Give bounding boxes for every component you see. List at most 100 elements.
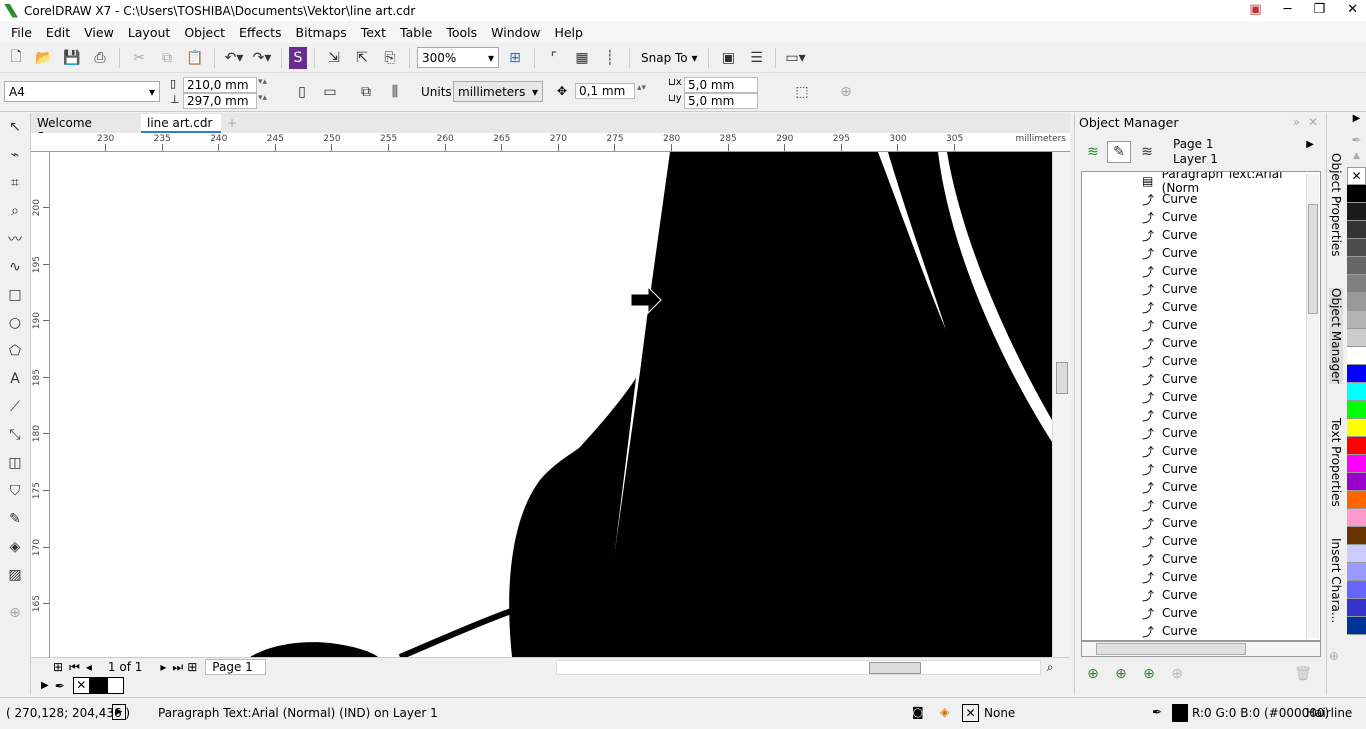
color-swatch[interactable] bbox=[1347, 257, 1366, 275]
zoom-level-combo[interactable]: 300% ▾ bbox=[417, 47, 499, 68]
new-master-layer-odd-icon[interactable]: ⊕ bbox=[1165, 663, 1189, 685]
color-swatch[interactable] bbox=[1347, 437, 1366, 455]
object-tree-item[interactable]: ⤴ Curve bbox=[1082, 334, 1320, 352]
treat-as-filled-icon[interactable]: ⬚ bbox=[790, 81, 814, 103]
quick-customize-icon[interactable]: ⊕ bbox=[834, 81, 858, 103]
hscroll-thumb[interactable] bbox=[1096, 643, 1246, 655]
object-tree-item[interactable]: ⤴ Curve bbox=[1082, 406, 1320, 424]
duplicate-y-field[interactable]: 5,0 mm bbox=[684, 93, 758, 109]
freehand-tool-icon[interactable]: 〰 bbox=[0, 225, 30, 253]
color-swatch[interactable] bbox=[1347, 365, 1366, 383]
color-swatch[interactable] bbox=[1347, 401, 1366, 419]
paste-icon[interactable]: 📋 bbox=[183, 47, 207, 69]
add-docker-icon[interactable]: ⊕ bbox=[1329, 649, 1339, 663]
color-swatch[interactable] bbox=[1347, 581, 1366, 599]
object-tree-item[interactable]: ⤴ Curve bbox=[1082, 262, 1320, 280]
prev-page-icon[interactable]: ◂ bbox=[86, 660, 92, 674]
object-tree-hscrollbar[interactable] bbox=[1081, 641, 1321, 657]
color-swatch[interactable] bbox=[1347, 455, 1366, 473]
add-tool-icon[interactable]: ⊕ bbox=[0, 599, 30, 627]
object-tree-item[interactable]: ⤴ Curve bbox=[1082, 532, 1320, 550]
open-icon[interactable]: 📂 bbox=[32, 47, 56, 69]
page-tab-page-1[interactable]: Page 1 bbox=[205, 659, 266, 675]
publish-pdf-icon[interactable]: ⎘ bbox=[378, 47, 402, 69]
current-page-icon[interactable]: ⫼ bbox=[383, 81, 407, 103]
color-swatch[interactable] bbox=[1347, 473, 1366, 491]
snap-to-dropdown[interactable]: Snap To ▾ bbox=[637, 51, 701, 65]
guidelines-toggle-icon[interactable]: ┊ bbox=[598, 47, 622, 69]
redo-icon[interactable]: ↷▾ bbox=[250, 47, 274, 69]
color-swatch[interactable] bbox=[1347, 293, 1366, 311]
menu-table[interactable]: Table bbox=[393, 25, 439, 40]
color-swatch[interactable] bbox=[1347, 275, 1366, 293]
cut-icon[interactable]: ✂ bbox=[127, 47, 151, 69]
menu-window[interactable]: Window bbox=[484, 25, 547, 40]
color-swatch[interactable] bbox=[1347, 347, 1366, 365]
tab-line-art[interactable]: line art.cdr bbox=[141, 114, 221, 133]
color-swatch[interactable] bbox=[1347, 419, 1366, 437]
docker-tab-text-properties[interactable]: Text Properties bbox=[1329, 418, 1343, 507]
docker-tab-insert-character[interactable]: Insert Chara... bbox=[1329, 538, 1343, 623]
application-launcher-icon[interactable]: ▭▾ bbox=[783, 47, 807, 69]
rulers-toggle-icon[interactable]: ⌜ bbox=[542, 47, 566, 69]
eyedropper-tool-icon[interactable]: ✎ bbox=[0, 505, 30, 533]
show-object-properties-icon[interactable]: ≋ bbox=[1081, 141, 1105, 163]
text-tool-icon[interactable]: A bbox=[0, 365, 30, 393]
object-tree-vscrollbar[interactable] bbox=[1306, 174, 1319, 638]
parallel-dimension-tool-icon[interactable]: ⟋ bbox=[0, 393, 30, 421]
minimize-button[interactable]: ─ bbox=[1284, 2, 1292, 17]
smart-fill-tool-icon[interactable]: ▨ bbox=[0, 561, 30, 589]
delete-icon[interactable]: 🗑 bbox=[1291, 663, 1315, 685]
object-tree-item[interactable]: ⤴ Curve bbox=[1082, 298, 1320, 316]
menu-bitmaps[interactable]: Bitmaps bbox=[289, 25, 354, 40]
copy-icon[interactable]: ⧉ bbox=[155, 47, 179, 69]
object-tree-item[interactable]: ⤴ Curve bbox=[1082, 604, 1320, 622]
new-icon[interactable]: 🗋 bbox=[4, 47, 28, 69]
menu-file[interactable]: File bbox=[4, 25, 39, 40]
object-tree-item[interactable]: ⤴ Curve bbox=[1082, 424, 1320, 442]
zoom-navigator-icon[interactable]: ⌕ bbox=[1047, 660, 1054, 675]
color-swatch[interactable] bbox=[1347, 599, 1366, 617]
object-tree-item[interactable]: ▤ Paragraph Text:Arial (Norm bbox=[1082, 172, 1320, 195]
object-tree-item[interactable]: ⤴ Curve bbox=[1082, 442, 1320, 460]
object-tree-item[interactable]: ⤴ Curve bbox=[1082, 478, 1320, 496]
drawing-canvas[interactable] bbox=[50, 152, 1052, 657]
horizontal-ruler[interactable]: millimeters 230 235 240 245 250 255 260 265 270 27… bbox=[31, 133, 1070, 152]
polygon-tool-icon[interactable]: ⬠ bbox=[0, 337, 30, 365]
color-swatch[interactable] bbox=[1347, 311, 1366, 329]
docker-expand-icon[interactable]: » bbox=[1293, 115, 1300, 129]
import-icon[interactable]: ⇲ bbox=[322, 47, 346, 69]
menu-object[interactable]: Object bbox=[177, 25, 232, 40]
object-tree-item[interactable]: ⤴ Curve bbox=[1082, 244, 1320, 262]
no-color-swatch[interactable]: ✕ bbox=[1347, 167, 1366, 185]
no-color-swatch[interactable]: ✕ bbox=[72, 677, 90, 694]
color-swatch[interactable] bbox=[1347, 563, 1366, 581]
units-select[interactable]: millimeters ▾ bbox=[453, 81, 543, 102]
vertical-scrollbar[interactable] bbox=[1052, 152, 1070, 657]
transparency-tool-icon[interactable]: ⛉ bbox=[0, 477, 30, 505]
object-tree-item[interactable]: ⤴ Curve bbox=[1082, 226, 1320, 244]
ellipse-tool-icon[interactable]: ○ bbox=[0, 309, 30, 337]
options-icon[interactable]: ☰ bbox=[744, 47, 768, 69]
nudge-spinner[interactable]: ▴▾ bbox=[637, 83, 646, 93]
object-tree-item[interactable]: ⤴ Curve bbox=[1082, 352, 1320, 370]
vertical-scroll-thumb[interactable] bbox=[1056, 362, 1068, 394]
maximize-button[interactable]: ❐ bbox=[1313, 2, 1325, 17]
color-swatch[interactable] bbox=[1347, 383, 1366, 401]
color-swatch[interactable] bbox=[1347, 617, 1366, 635]
color-swatch[interactable] bbox=[1347, 329, 1366, 347]
first-page-icon[interactable]: ⏮ bbox=[69, 660, 80, 675]
height-spinner[interactable]: ▾▴ bbox=[258, 93, 267, 103]
landscape-icon[interactable]: ▭ bbox=[318, 81, 342, 103]
object-tree-item[interactable]: ⤴ Curve bbox=[1082, 460, 1320, 478]
grid-toggle-icon[interactable]: ▦ bbox=[570, 47, 594, 69]
new-layer-icon[interactable]: ⊕ bbox=[1081, 663, 1105, 685]
menu-help[interactable]: Help bbox=[547, 25, 590, 40]
page-width-field[interactable]: 210,0 mm bbox=[183, 77, 257, 93]
interactive-fill-tool-icon[interactable]: ◈ bbox=[0, 533, 30, 561]
object-tree-item[interactable]: ⤴ Curve bbox=[1082, 208, 1320, 226]
horizontal-scroll-thumb[interactable] bbox=[868, 661, 921, 674]
object-tree-item[interactable]: ⤴ Curve bbox=[1082, 496, 1320, 514]
object-tree-item[interactable]: ⤴ Curve bbox=[1082, 586, 1320, 604]
new-master-layer-icon[interactable]: ⊕ bbox=[1109, 663, 1133, 685]
